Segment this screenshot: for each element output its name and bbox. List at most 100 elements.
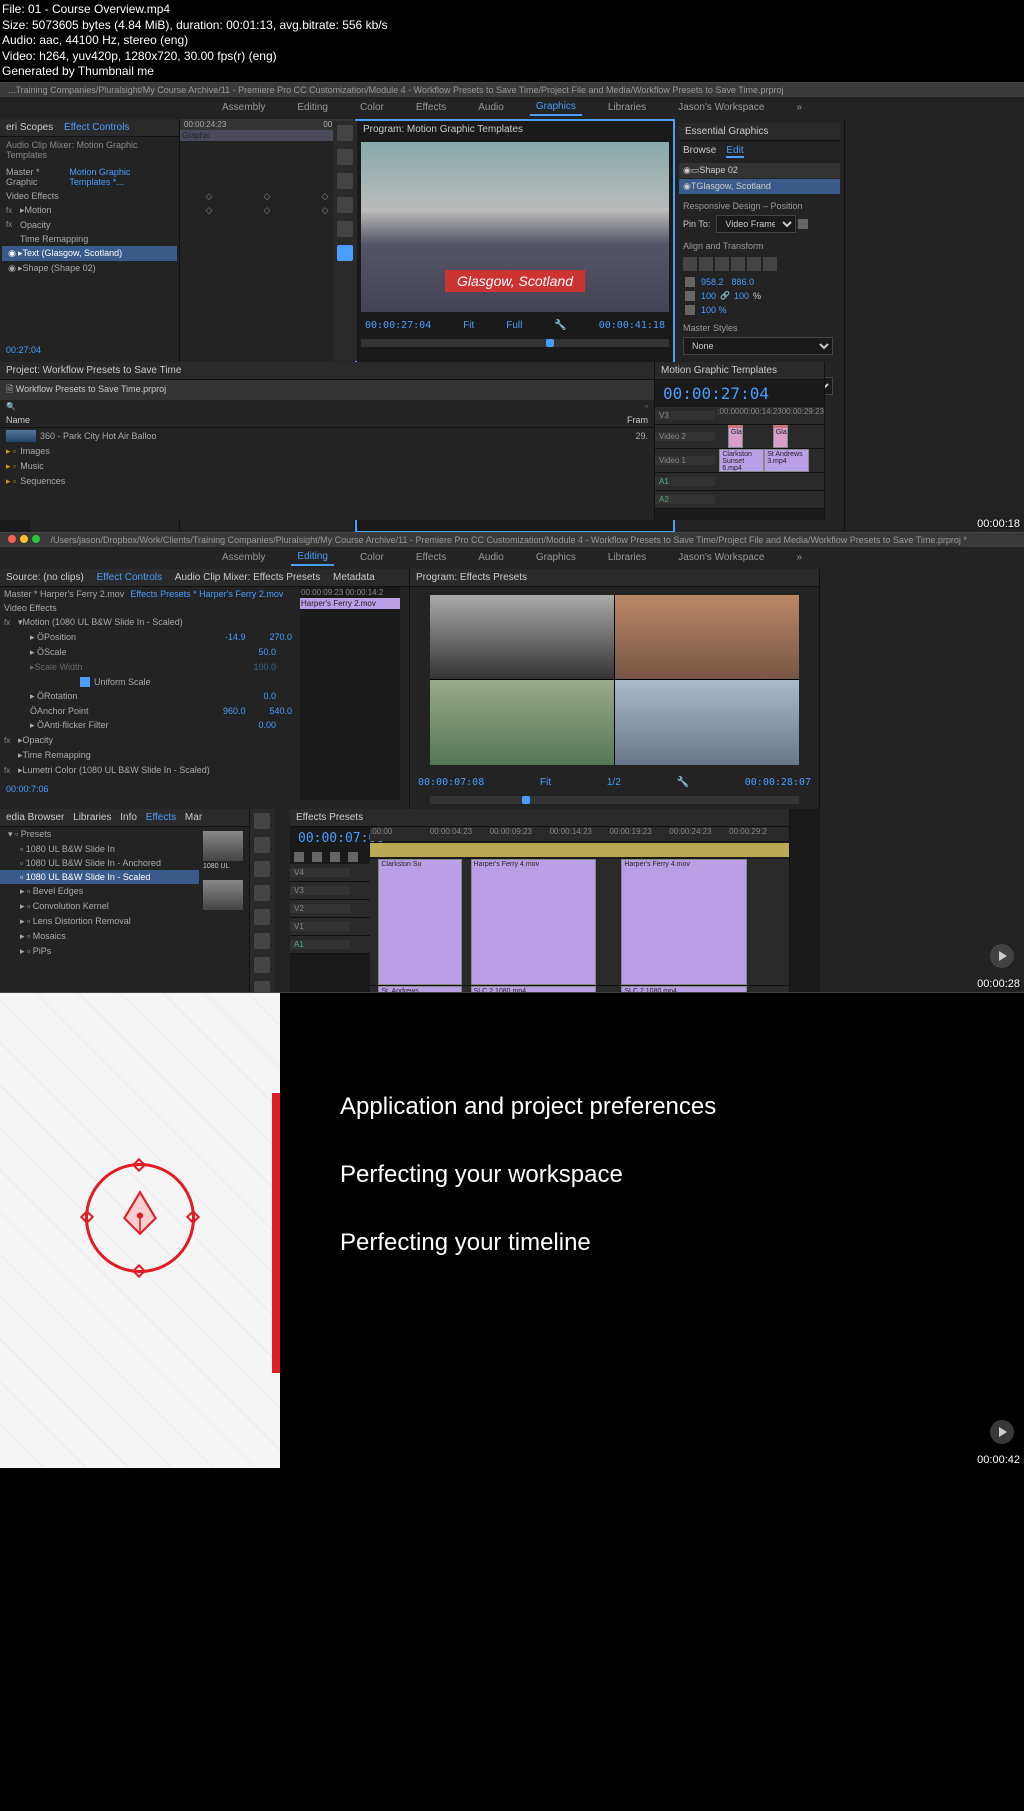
fx-opacity-2[interactable]: fx▸ Opacity <box>0 733 300 748</box>
timeline-ruler-2[interactable]: :00:00 00:00:04:23 00:00:09:23 00:00:14:… <box>370 827 789 841</box>
align-top-icon[interactable] <box>731 257 745 271</box>
track-v1[interactable]: Video 1 <box>655 456 715 465</box>
ws-jason-2[interactable]: Jason's Workspace <box>672 550 770 565</box>
pin-to-select[interactable]: Video Frame <box>716 215 796 233</box>
keyframe-icon[interactable]: ◇ <box>264 205 271 219</box>
ws-assembly-2[interactable]: Assembly <box>216 550 271 565</box>
ws-libraries[interactable]: Libraries <box>602 100 652 115</box>
pos-x[interactable]: 958.2 <box>697 277 728 287</box>
track-v2[interactable]: V2 <box>290 904 350 913</box>
timeline-ruler[interactable]: :00:00 00:00:14:23 00:00:29:23 <box>717 407 824 421</box>
effect-controls-tab-2[interactable]: Effect Controls <box>97 572 162 583</box>
prop-anchor[interactable]: Ö Anchor Point 960.0 540.0 <box>0 704 300 718</box>
source-clip-label[interactable]: Motion Graphic Templates *... <box>69 167 173 187</box>
pen-tool-icon[interactable] <box>254 933 270 949</box>
preset-folder[interactable]: ▸ ▫ Convolution Kernel <box>0 899 199 914</box>
clip-glasgow1[interactable]: Glasgow_S <box>728 425 743 448</box>
razor-tool-icon[interactable] <box>254 885 270 901</box>
ws-audio-2[interactable]: Audio <box>472 550 510 565</box>
track-a1[interactable]: A1 <box>655 477 715 486</box>
master-styles-select[interactable]: None <box>683 337 833 355</box>
video-title-overlay[interactable]: Glasgow, Scotland <box>445 270 585 292</box>
wrench-icon[interactable]: 🔧 <box>554 320 566 331</box>
info-tab[interactable]: Info <box>120 812 137 823</box>
clip-harpers2[interactable]: Harper's Ferry 4.mov <box>621 859 747 985</box>
keyframe-icon[interactable]: ◇ <box>322 205 329 219</box>
ws-editing-2[interactable]: Editing <box>291 549 334 566</box>
ws-effects-2[interactable]: Effects <box>410 550 452 565</box>
audio-mixer-tab-2[interactable]: Audio Clip Mixer: Effects Presets <box>175 572 320 583</box>
effect-controls-tab[interactable]: Effect Controls <box>64 122 129 133</box>
project-item-music[interactable]: ▸ ▫Music <box>0 459 654 474</box>
wrench-icon[interactable]: 🔧 <box>677 777 689 788</box>
maximize-window-icon[interactable] <box>32 535 40 543</box>
crop-tool-icon[interactable] <box>337 221 353 237</box>
ws-jason[interactable]: Jason's Workspace <box>672 100 770 115</box>
eye-icon[interactable]: ◉ <box>683 181 691 192</box>
snap-icon[interactable] <box>294 852 304 862</box>
program-video[interactable]: Glasgow, Scotland <box>361 142 669 312</box>
keyframe-icon[interactable]: ◇ <box>206 191 213 205</box>
ws-overflow-2[interactable]: » <box>790 550 808 565</box>
track-v2[interactable]: Video 2 <box>655 432 715 441</box>
slip-tool-icon[interactable] <box>254 909 270 925</box>
keyframe-icon[interactable]: ◇ <box>264 191 271 205</box>
fit-dropdown[interactable]: Fit <box>463 320 474 331</box>
presets-folder[interactable]: ▾ ▫ Presets <box>0 827 199 842</box>
quality-dropdown[interactable]: Full <box>506 320 522 331</box>
ripple-tool-icon[interactable] <box>254 861 270 877</box>
ellipse-tool-icon[interactable] <box>337 197 353 213</box>
track-v3[interactable]: V3 <box>655 411 715 420</box>
selection-tool-icon[interactable] <box>254 813 270 829</box>
playhead-icon[interactable] <box>522 796 530 804</box>
preset-item[interactable]: ▫ 1080 UL B&W Slide In <box>0 842 199 856</box>
checkbox-icon[interactable] <box>80 677 90 687</box>
scopes-tab[interactable]: eri Scopes <box>6 122 53 133</box>
clip-glasgow2[interactable]: Glasgow_S <box>773 425 788 448</box>
preset-folder[interactable]: ▸ ▫ Lens Distortion Removal <box>0 914 199 929</box>
hand-tool-icon[interactable] <box>254 957 270 973</box>
new-bin-icon[interactable]: ▫ <box>645 402 648 411</box>
prop-uniform-scale[interactable]: Uniform Scale <box>0 675 300 689</box>
align-right-icon[interactable] <box>715 257 729 271</box>
clip-clarkston[interactable]: Clarkston Sunset 6.mp4 <box>719 449 764 472</box>
prop-rotation[interactable]: ▸ Ö Rotation 0.0 <box>0 689 300 704</box>
effects-tab[interactable]: Effects <box>146 812 176 823</box>
source-seq-label[interactable]: Effects Presets * Harper's Ferry 2.mov <box>130 589 283 599</box>
ws-audio[interactable]: Audio <box>472 100 510 115</box>
audio-mixer-tab[interactable]: Audio Clip Mixer: Motion Graphic Templat… <box>0 137 179 163</box>
fx-motion-2[interactable]: fx▾ Motion (1080 UL B&W Slide In - Scale… <box>0 615 300 630</box>
fx-text-glasgow[interactable]: ◉▸ Text (Glasgow, Scotland) <box>2 246 177 261</box>
track-v4[interactable]: V4 <box>290 868 350 877</box>
track-v3[interactable]: V3 <box>290 886 350 895</box>
preset-folder[interactable]: ▸ ▫ PiPs <box>0 944 199 959</box>
scale-w[interactable]: 100 <box>697 291 720 301</box>
project-bin[interactable]: 🗎 Workflow Presets to Save Time.prproj <box>0 380 654 400</box>
column-frame[interactable]: Fram <box>627 415 648 425</box>
ws-graphics[interactable]: Graphics <box>530 99 582 116</box>
pin-target-icon[interactable] <box>798 219 808 229</box>
wrench-icon[interactable] <box>348 852 358 862</box>
clip-harpers[interactable]: Harper's Ferry 4.mov <box>471 859 597 985</box>
column-name[interactable]: Name <box>6 415 627 425</box>
project-item-sequences[interactable]: ▸ ▫Sequences <box>0 474 654 489</box>
opacity-value[interactable]: 100 % <box>697 305 731 315</box>
align-center-h-icon[interactable] <box>699 257 713 271</box>
clip-clarkston2[interactable]: Clarkston Su <box>378 859 462 985</box>
eg-edit-tab[interactable]: Edit <box>726 145 743 158</box>
ws-editing[interactable]: Editing <box>291 100 334 115</box>
fx-opacity[interactable]: fxOpacity <box>2 218 177 232</box>
ws-color-2[interactable]: Color <box>354 550 390 565</box>
link-icon[interactable]: 🔗 <box>720 291 730 301</box>
ws-overflow[interactable]: » <box>790 100 808 115</box>
program-video-2[interactable] <box>430 595 799 765</box>
markers-tab[interactable]: Mar <box>185 812 202 823</box>
close-window-icon[interactable] <box>8 535 16 543</box>
pen-tool-icon[interactable] <box>337 149 353 165</box>
eg-layer-text[interactable]: ◉ T Glasgow, Scotland <box>679 179 840 194</box>
align-bottom-icon[interactable] <box>763 257 777 271</box>
eg-browse-tab[interactable]: Browse <box>683 145 716 158</box>
preset-item[interactable]: ▫ 1080 UL B&W Slide In - Anchored <box>0 856 199 870</box>
track-a2[interactable]: A2 <box>655 495 715 504</box>
metadata-tab[interactable]: Metadata <box>333 572 375 583</box>
